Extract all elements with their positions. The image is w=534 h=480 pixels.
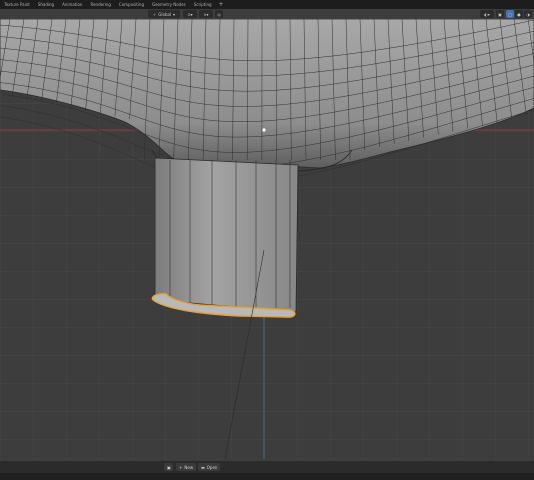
shading-solid-icon: ● bbox=[517, 11, 521, 17]
tab-scripting[interactable]: Scripting bbox=[190, 0, 216, 9]
plus-icon: + bbox=[179, 464, 183, 470]
tab-compositing[interactable]: Compositing bbox=[115, 0, 148, 9]
material-shading-button[interactable]: ◑ bbox=[524, 10, 532, 18]
wireframe-shading-button[interactable]: ◯ bbox=[506, 10, 514, 18]
magnet-icon: ∩▾ bbox=[203, 11, 209, 17]
3d-cursor[interactable] bbox=[262, 128, 266, 132]
xray-icon: ▣ bbox=[498, 11, 502, 17]
tab-shading[interactable]: Shading bbox=[34, 0, 58, 9]
overlays-button[interactable]: ◐▾ bbox=[480, 10, 494, 18]
overlay-icon: ◐▾ bbox=[484, 11, 490, 17]
add-workspace-button[interactable]: + bbox=[216, 0, 227, 9]
transform-orientation-dropdown[interactable]: ⊹ Global ▾ bbox=[148, 10, 180, 18]
global-axes-icon: ⊹ bbox=[152, 11, 157, 17]
viewport-header: ⊹ Global ▾ ⊙▾ ∩▾ ◎ ◐▾ ▣ ◯ ● ◑ bbox=[0, 9, 534, 19]
status-bar: ▣ + New ▬ Open bbox=[0, 461, 534, 473]
new-file-icon: ▣ bbox=[167, 464, 171, 470]
transform-orientation-label: Global bbox=[158, 11, 172, 17]
snap-button[interactable]: ∩▾ bbox=[199, 10, 213, 18]
new-file-toggle[interactable]: ▣ bbox=[164, 463, 173, 471]
workspace-tabs-bar: Texture Paint Shading Animation Renderin… bbox=[0, 0, 534, 9]
proportional-edit-button[interactable]: ◎ bbox=[215, 10, 223, 18]
xray-toggle[interactable]: ▣ bbox=[496, 10, 504, 18]
3d-viewport[interactable] bbox=[0, 19, 534, 459]
tab-rendering[interactable]: Rendering bbox=[86, 0, 114, 9]
shading-wireframe-icon: ◯ bbox=[507, 11, 513, 17]
tab-animation[interactable]: Animation bbox=[58, 0, 86, 9]
new-button-label: New bbox=[184, 464, 194, 470]
open-button[interactable]: ▬ Open bbox=[198, 463, 221, 471]
tab-texture-paint[interactable]: Texture Paint bbox=[0, 0, 34, 9]
new-button[interactable]: + New bbox=[176, 463, 197, 471]
tab-geometry-nodes[interactable]: Geometry Nodes bbox=[148, 0, 190, 9]
shading-material-icon: ◑ bbox=[526, 11, 530, 17]
folder-icon: ▬ bbox=[201, 464, 205, 470]
solid-shading-button[interactable]: ● bbox=[515, 10, 523, 18]
column-mesh[interactable] bbox=[154, 157, 299, 313]
bottom-strip bbox=[0, 473, 534, 480]
pivot-icon: ⊙▾ bbox=[187, 11, 193, 17]
chevron-down-icon: ▾ bbox=[173, 11, 176, 17]
pivot-point-button[interactable]: ⊙▾ bbox=[183, 10, 197, 18]
proportional-edit-icon: ◎ bbox=[217, 11, 221, 17]
open-button-label: Open bbox=[206, 464, 218, 470]
